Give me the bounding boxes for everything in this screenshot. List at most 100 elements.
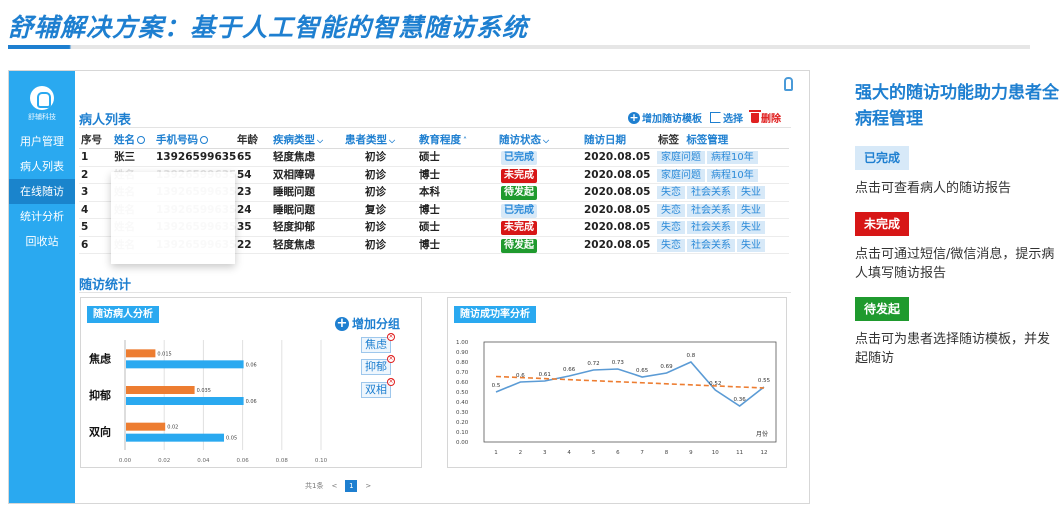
pager-next-icon[interactable]: > [365,482,371,490]
tag-chip[interactable]: 失恋 [657,186,685,199]
tag-chip[interactable]: 失恋 [657,221,685,234]
group-tag-bipolar[interactable]: 双相 × [361,378,395,398]
cell-date: 2020.08.05 [584,186,651,198]
cell-tags: 失恋 社会关系 失业 [657,184,767,201]
tag-chip[interactable]: 失恋 [657,203,685,217]
x-tick-label: 10 [712,450,719,456]
x-tick-label: 6 [616,450,620,456]
status-badge[interactable]: 未完成 [501,168,537,183]
trash-icon [749,109,761,123]
status-badge[interactable]: 未完成 [501,221,537,235]
cell-tags: 家庭问题 病程10年 [657,149,760,166]
tag-chip[interactable]: 社会关系 [687,238,735,252]
sidebar-item-online-followup[interactable]: 在线随访 [9,179,75,204]
x-tick-label: 0.02 [158,458,170,464]
col-header-name[interactable]: 姓名 [114,131,145,148]
tag-chip[interactable]: 社会关系 [687,203,735,217]
patient-toolbar: + 增加随访模板 选择 删除 [628,109,781,125]
col-header-disease[interactable]: 疾病类型 ⌵ [273,131,323,148]
group-tag-depression[interactable]: 抑郁 × [361,355,395,375]
data-label: 0.73 [612,360,625,366]
cell-tags: 失恋 社会关系 失业 [657,237,767,254]
cell-patient-type: 初诊 [365,151,386,163]
tag-chip[interactable]: 社会关系 [687,221,735,234]
status-badge[interactable]: 待发起 [501,238,537,253]
x-tick-label: 2 [519,450,523,456]
tag-chip[interactable]: 失恋 [657,238,685,252]
close-icon[interactable]: × [387,333,395,341]
cell-disease: 睡眠问题 [273,203,315,216]
trend-line [495,375,765,389]
chevron-down-icon: ⌵ [389,136,396,145]
status-badge[interactable]: 已完成 [501,151,537,165]
y-tick-label: 0.60 [456,380,469,386]
pager-page[interactable]: 1 [345,480,358,492]
status-badge[interactable]: 待发起 [501,186,537,200]
cell-patient-type: 初诊 [365,168,386,181]
tag-chip[interactable]: 病程10年 [707,168,758,182]
y-tick-label: 0.10 [456,430,469,436]
x-tick-label: 3 [543,450,547,456]
sidebar-item-statistics[interactable]: 统计分析 [9,204,75,229]
sidebar-item-patient-list[interactable]: 病人列表 [9,154,75,179]
data-label: 0.61 [539,372,551,378]
col-header-education[interactable]: 教育程度 ˄ [419,131,467,148]
tag-chip[interactable]: 家庭问题 [657,151,705,164]
y-tick-label: 0.40 [456,400,469,406]
close-icon[interactable]: × [387,355,395,363]
cell-patient-type: 初诊 [365,186,386,198]
popup-overlay [111,172,235,264]
logo-text: 舒辅科技 [28,113,56,121]
close-icon[interactable]: × [387,378,395,386]
group-tag-anxiety[interactable]: 焦虑 × [361,333,395,353]
sidebar-item-user-management[interactable]: 用户管理 [9,129,75,154]
col-header-age: 年龄 [237,134,258,146]
status-badge-incomplete: 未完成 [855,212,910,236]
user-icon[interactable] [784,77,793,91]
x-tick-label: 0.04 [197,458,210,464]
cell-date: 2020.08.05 [584,203,651,216]
sidebar-nav: 用户管理 病人列表 在线随访 统计分析 回收站 [9,129,75,254]
cell-no: 2 [81,168,89,181]
category-label: 焦虑 [88,351,111,365]
x-tick-label: 8 [665,450,669,456]
pager-prev-icon[interactable]: < [331,482,337,490]
tag-chip[interactable]: 家庭问题 [657,168,705,182]
y-tick-label: 0.70 [456,370,469,376]
x-tick-label: 0.08 [276,458,289,464]
cell-no: 6 [81,238,89,251]
tag-chip[interactable]: 病程10年 [707,151,758,164]
tag-chip[interactable]: 失业 [737,186,765,199]
select-icon [710,112,721,123]
delete-button[interactable]: 删除 [749,109,781,125]
cell-no: 5 [81,221,89,233]
delete-label: 删除 [761,114,781,125]
cell-tags: 失恋 社会关系 失业 [657,219,767,236]
cell-name: 张三 [114,151,135,163]
add-group-button[interactable]: + 增加分组 [335,315,400,332]
tag-chip[interactable]: 失业 [737,221,765,234]
cell-patient-type: 初诊 [365,238,386,251]
select-label: 选择 [723,114,743,125]
bar [126,397,244,405]
sidebar: 舒辅科技 用户管理 病人列表 在线随访 统计分析 回收站 [9,71,75,503]
col-header-phone[interactable]: 手机号码 [156,131,208,148]
cell-tags: 家庭问题 病程10年 [657,167,760,184]
col-header-tags: 标签 标签管理 [658,134,729,146]
table-row[interactable]: 1 张三 13926599635 65 轻度焦虑 初诊 硕士 已完成 2020.08.05 家庭问… [79,149,789,167]
tag-chip[interactable]: 社会关系 [687,186,735,199]
search-icon[interactable] [137,136,145,144]
col-header-patient-type[interactable]: 患者类型 ⌵ [345,131,395,148]
status-badge[interactable]: 已完成 [501,203,537,218]
tag-management-link[interactable]: 标签管理 [686,134,728,146]
col-header-status[interactable]: 随访状态 ⌵ [499,131,549,148]
tag-chip[interactable]: 失业 [737,238,765,252]
feature-text-done: 点击可查看病人的随访报告 [855,181,1012,196]
search-icon[interactable] [200,136,208,144]
bar [126,349,156,358]
add-template-button[interactable]: + 增加随访模板 [628,110,702,125]
sidebar-item-recycle-bin[interactable]: 回收站 [9,229,75,254]
tag-chip[interactable]: 失业 [737,203,765,217]
plus-circle-icon: + [628,110,640,124]
select-button[interactable]: 选择 [710,110,743,125]
